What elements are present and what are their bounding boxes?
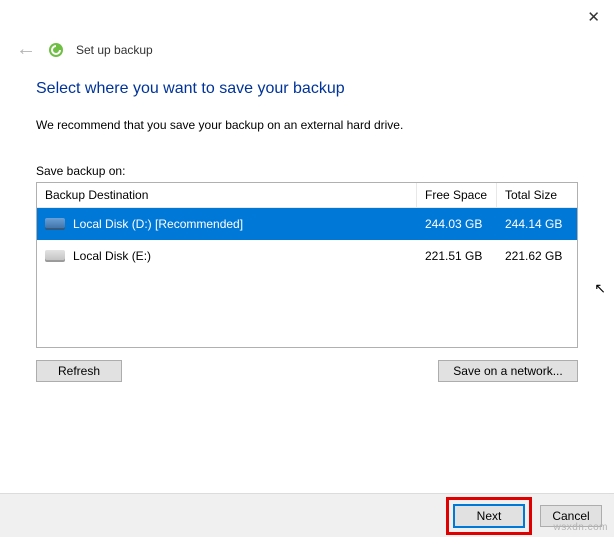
wizard-footer: Next Cancel <box>0 493 614 537</box>
close-icon[interactable]: ✕ <box>587 8 600 26</box>
save-on-network-button[interactable]: Save on a network... <box>438 360 578 382</box>
disk-label: Local Disk (E:) <box>73 249 151 263</box>
refresh-button[interactable]: Refresh <box>36 360 122 382</box>
page-heading: Select where you want to save your backu… <box>36 80 578 98</box>
watermark-text: wsxdn.com <box>553 522 608 533</box>
disk-free: 221.51 GB <box>417 244 497 268</box>
destination-list: Backup Destination Free Space Total Size… <box>36 182 578 348</box>
mouse-cursor-icon: ↖ <box>594 280 606 297</box>
page-subhead: We recommend that you save your backup o… <box>36 118 578 132</box>
back-arrow-icon[interactable]: ← <box>16 38 36 61</box>
list-buttons: Refresh Save on a network... <box>36 360 578 382</box>
disk-total: 244.14 GB <box>497 212 577 236</box>
save-on-label: Save backup on: <box>36 164 578 178</box>
hard-disk-icon <box>45 250 65 262</box>
list-item[interactable]: Local Disk (D:) [Recommended] 244.03 GB … <box>37 208 577 240</box>
hard-disk-icon <box>45 218 65 230</box>
disk-label: Local Disk (D:) [Recommended] <box>73 217 243 231</box>
next-highlight: Next <box>446 497 532 535</box>
window-title: Set up backup <box>76 43 153 57</box>
list-item[interactable]: Local Disk (E:) 221.51 GB 221.62 GB <box>37 240 577 272</box>
header-destination[interactable]: Backup Destination <box>37 183 417 208</box>
header-free-space[interactable]: Free Space <box>417 183 497 208</box>
wizard-content: Select where you want to save your backu… <box>36 80 578 382</box>
setup-backup-wizard: ✕ ← Set up backup Select where you want … <box>0 0 614 537</box>
disk-total: 221.62 GB <box>497 244 577 268</box>
header-total-size[interactable]: Total Size <box>497 183 577 208</box>
next-button[interactable]: Next <box>453 504 525 528</box>
wizard-header: ← Set up backup <box>16 38 153 61</box>
backup-program-icon <box>48 42 64 58</box>
disk-free: 244.03 GB <box>417 212 497 236</box>
list-header: Backup Destination Free Space Total Size <box>37 183 577 208</box>
